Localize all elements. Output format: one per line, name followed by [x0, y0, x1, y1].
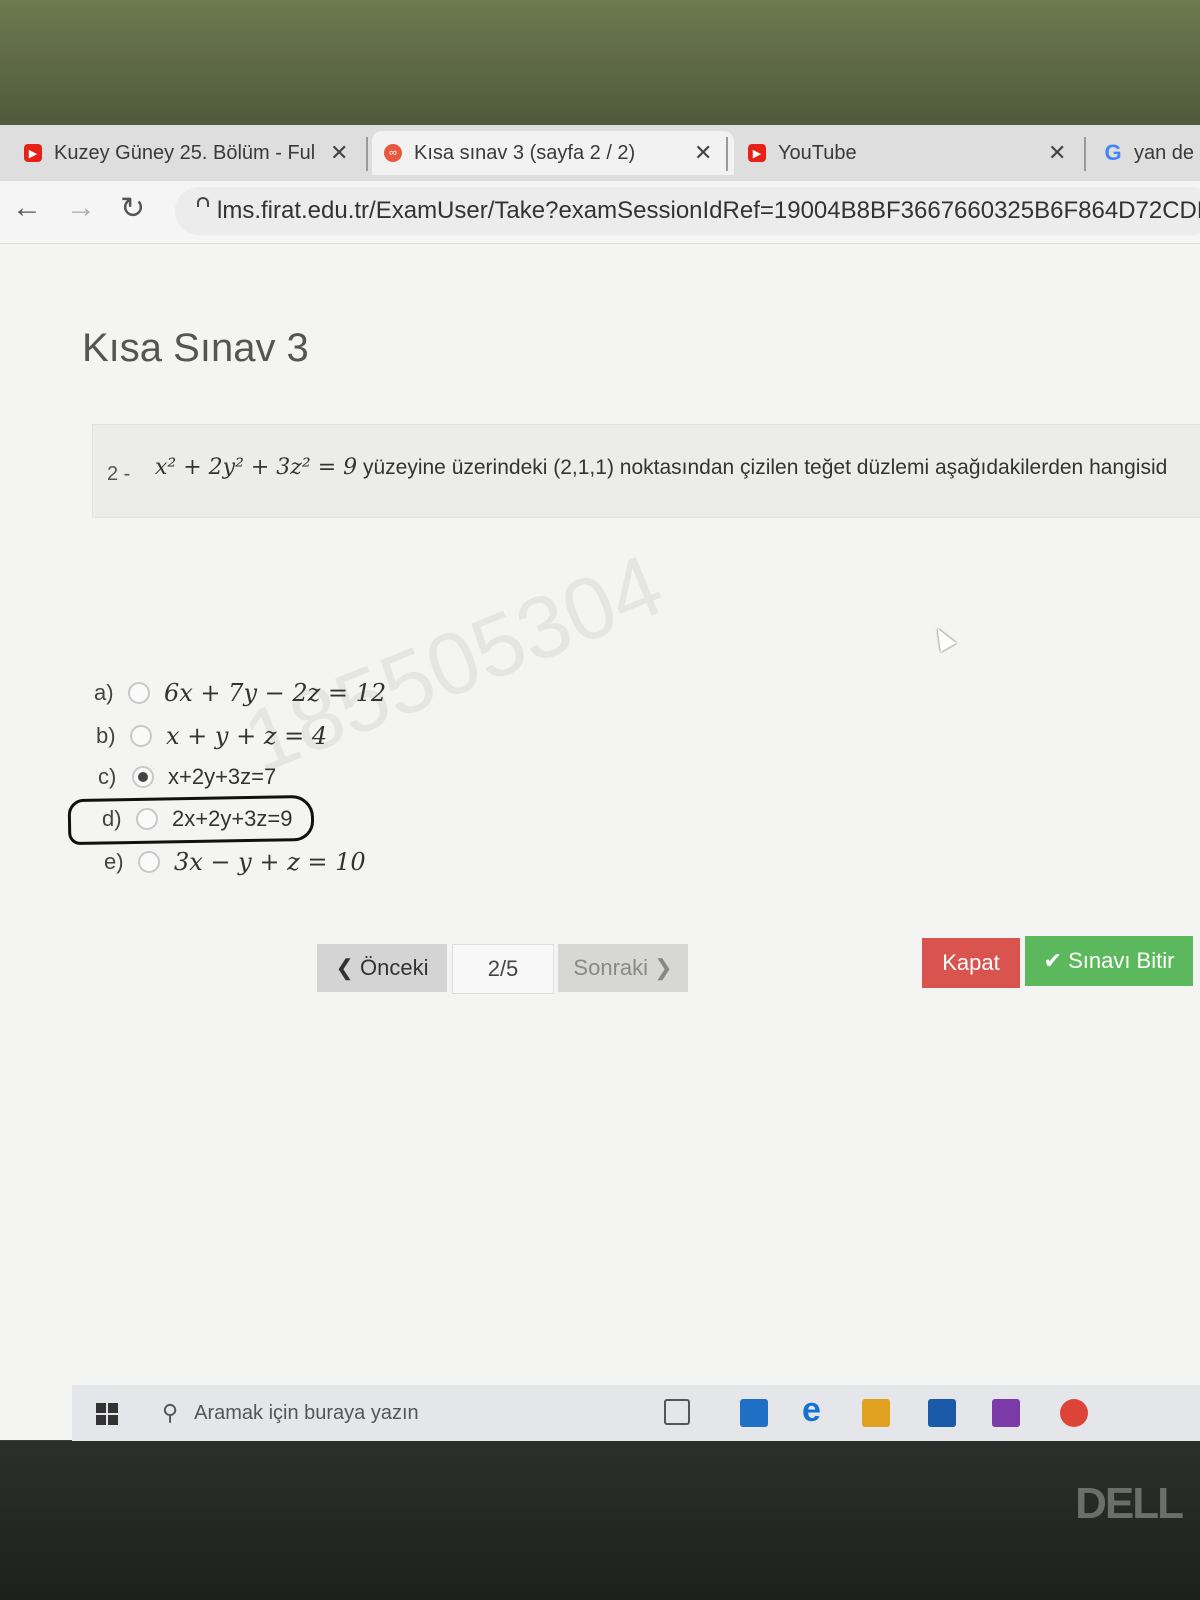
back-arrow-icon[interactable]: ←: [12, 191, 42, 225]
watermark: 185505304: [230, 534, 676, 792]
tab-google[interactable]: G yan de: [1104, 131, 1200, 175]
tab-kuzey-guney[interactable]: ▶ Kuzey Güney 25. Bölüm - Ful ✕: [24, 131, 354, 175]
search-placeholder: Aramak için buraya yazın: [194, 1401, 419, 1424]
option-letter: c): [98, 764, 117, 789]
page-title: Kısa Sınav 3: [82, 326, 309, 370]
cc-icon: ∞: [384, 144, 402, 162]
youtube-icon: ▶: [24, 144, 42, 162]
taskbar-search-box[interactable]: ⚲ Aramak için buraya yazın: [152, 1393, 692, 1433]
monitor-top-bezel: [0, 0, 1200, 125]
chrome-icon[interactable]: [1060, 1399, 1088, 1427]
radio-button[interactable]: [138, 851, 160, 873]
question-equation: x² + 2y² + 3z² = 9: [155, 455, 358, 480]
option-letter: e): [104, 849, 124, 874]
close-tab-icon[interactable]: ✕: [694, 140, 712, 166]
browser-tab-strip: ▶ Kuzey Güney 25. Bölüm - Ful ✕ ∞ Kısa s…: [0, 125, 1200, 181]
file-explorer-icon[interactable]: [740, 1399, 768, 1427]
previous-button[interactable]: ❮ Önceki: [317, 944, 447, 992]
address-bar: ← → ↻ lms.firat.edu.tr/ExamUser/Take?exa…: [0, 181, 1200, 244]
tab-title: yan de: [1134, 141, 1195, 164]
radio-button-selected[interactable]: [132, 766, 154, 788]
radio-button[interactable]: [128, 682, 150, 704]
option-a[interactable]: a) 6x + 7y − 2z = 12: [94, 679, 386, 707]
edge-icon[interactable]: e: [802, 1391, 830, 1429]
handwritten-circle-mark: [67, 794, 315, 846]
finish-exam-button[interactable]: ✔ Sınavı Bitir: [1025, 936, 1193, 986]
tab-separator: [726, 137, 728, 171]
page-indicator: 2/5: [452, 944, 554, 994]
close-tab-icon[interactable]: ✕: [330, 140, 348, 166]
option-c[interactable]: c) x+2y+3z=7: [98, 764, 276, 790]
option-e[interactable]: e) 3x − y + z = 10: [104, 848, 366, 876]
close-button[interactable]: Kapat: [922, 938, 1020, 988]
tab-title: YouTube: [778, 141, 857, 164]
url-text: lms.firat.edu.tr/ExamUser/Take?examSessi…: [217, 197, 1200, 224]
question-box: 2 - x² + 2y² + 3z² = 9 yüzeyine üzerinde…: [92, 424, 1200, 518]
exam-page: Kısa Sınav 3 2 - x² + 2y² + 3z² = 9 yüze…: [0, 244, 1200, 1440]
screen: ▶ Kuzey Güney 25. Bölüm - Ful ✕ ∞ Kısa s…: [0, 125, 1200, 1440]
url-input[interactable]: lms.firat.edu.tr/ExamUser/Take?examSessi…: [175, 187, 1200, 235]
close-tab-icon[interactable]: ✕: [1048, 140, 1066, 166]
tab-separator: [1084, 137, 1086, 171]
option-text: 3x − y + z = 10: [174, 848, 366, 876]
task-view-icon[interactable]: [664, 1399, 690, 1425]
reload-icon[interactable]: ↻: [120, 191, 145, 226]
radio-button[interactable]: [130, 725, 152, 747]
option-letter: b): [96, 723, 116, 748]
dell-logo: DELL: [1075, 1479, 1184, 1528]
option-text: 6x + 7y − 2z = 12: [164, 679, 387, 707]
windows-start-icon[interactable]: [96, 1403, 118, 1425]
next-button[interactable]: Sonraki ❯: [558, 944, 688, 992]
tab-youtube[interactable]: ▶ YouTube ✕: [748, 131, 1078, 175]
mail-icon[interactable]: [928, 1399, 956, 1427]
option-text: x + y + z = 4: [166, 722, 328, 750]
windows-taskbar: ⚲ Aramak için buraya yazın e: [72, 1385, 1200, 1441]
option-text: x+2y+3z=7: [168, 764, 277, 789]
tab-title: Kısa sınav 3 (sayfa 2 / 2): [414, 141, 636, 164]
question-body: yüzeyine üzerindeki (2,1,1) noktasından …: [357, 456, 1168, 479]
question-number: 2 -: [107, 463, 131, 485]
youtube-icon: ▶: [748, 144, 766, 162]
tab-title: Kuzey Güney 25. Bölüm - Ful: [54, 141, 316, 164]
monitor-bottom-bezel: DELL: [0, 1441, 1200, 1600]
tab-kisa-sinav[interactable]: ∞ Kısa sınav 3 (sayfa 2 / 2) ✕: [372, 131, 734, 175]
question-text: x² + 2y² + 3z² = 9 yüzeyine üzerindeki (…: [155, 455, 1167, 480]
tab-separator: [366, 137, 368, 171]
mouse-cursor-icon: [929, 623, 957, 653]
google-icon: G: [1104, 140, 1122, 165]
option-b[interactable]: b) x + y + z = 4: [96, 722, 327, 750]
forward-arrow-icon[interactable]: →: [66, 191, 96, 225]
search-icon: ⚲: [162, 1400, 179, 1425]
onenote-icon[interactable]: [992, 1399, 1020, 1427]
option-letter: a): [94, 680, 114, 705]
folder-icon[interactable]: [862, 1399, 890, 1427]
